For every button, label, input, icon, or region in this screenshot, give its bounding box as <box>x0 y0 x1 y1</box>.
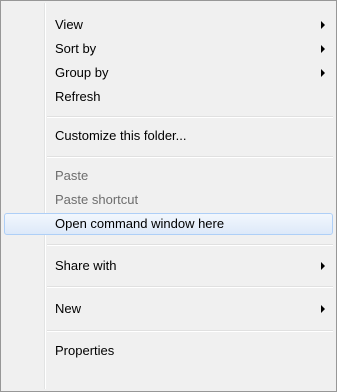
submenu-arrow-icon <box>321 45 325 53</box>
menu-item-label: Paste shortcut <box>55 192 139 207</box>
submenu-arrow-icon <box>321 262 325 270</box>
menu-item-paste: Paste <box>4 165 333 187</box>
submenu-arrow-icon <box>321 21 325 29</box>
menu-item-paste-shortcut: Paste shortcut <box>4 189 333 211</box>
menu-item-share-with[interactable]: Share with <box>4 255 333 277</box>
submenu-arrow-icon <box>321 69 325 77</box>
menu-item-open-command-window[interactable]: Open command window here <box>4 213 333 235</box>
menu-item-customize-folder[interactable]: Customize this folder... <box>4 125 333 147</box>
submenu-arrow-icon <box>321 305 325 313</box>
menu-item-new[interactable]: New <box>4 298 333 320</box>
menu-item-refresh[interactable]: Refresh <box>4 86 333 108</box>
menu-item-label: Customize this folder... <box>55 128 187 143</box>
menu-separator <box>47 116 333 118</box>
menu-item-view[interactable]: View <box>4 14 333 36</box>
menu-item-label: Open command window here <box>55 216 225 231</box>
menu-item-label: Paste <box>55 168 89 183</box>
menu-item-label: Properties <box>55 343 115 358</box>
menu-separator <box>47 156 333 158</box>
menu-item-properties[interactable]: Properties <box>4 340 333 362</box>
context-menu: View Sort by Group by Refresh Customize … <box>0 0 337 392</box>
menu-item-sort-by[interactable]: Sort by <box>4 38 333 60</box>
menu-separator <box>47 244 333 246</box>
menu-separator <box>47 286 333 288</box>
menu-item-label: View <box>55 17 83 32</box>
menu-item-label: New <box>55 301 82 316</box>
menu-item-label: Group by <box>55 65 109 80</box>
menu-item-label: Sort by <box>55 41 97 56</box>
menu-item-label: Refresh <box>55 89 101 104</box>
menu-item-group-by[interactable]: Group by <box>4 62 333 84</box>
menu-item-label: Share with <box>55 258 117 273</box>
menu-separator <box>47 330 333 332</box>
